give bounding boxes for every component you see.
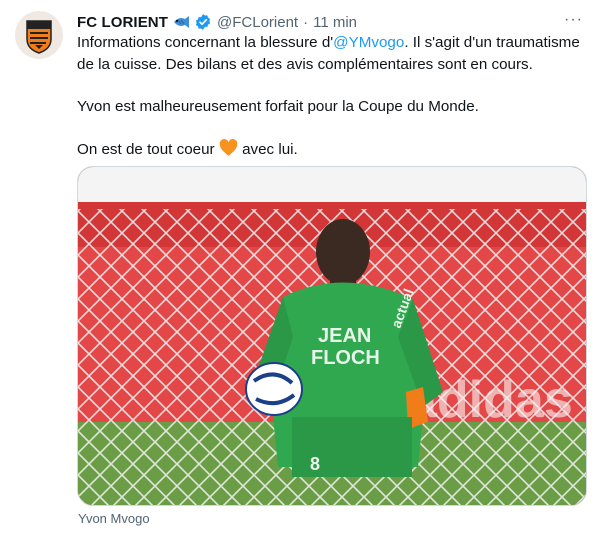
shorts-number: 8 — [310, 454, 320, 474]
display-name[interactable]: FC LORIENT — [77, 14, 168, 31]
tweet-paragraph-3: On est de tout coeur avec lui. — [77, 138, 587, 164]
text-segment: avec lui. — [237, 140, 298, 158]
avatar[interactable] — [15, 11, 63, 59]
tweet-paragraph-2: Yvon est malheureusement forfait pour la… — [77, 98, 479, 115]
more-options-icon[interactable]: ··· — [564, 11, 583, 29]
text-segment: On est de tout coeur — [77, 140, 219, 158]
separator-dot: · — [303, 13, 309, 31]
tweet-media-photo[interactable]: adidas JEAN FLOCH actual 8 — [77, 166, 587, 506]
mention-link[interactable]: @YMvogo — [333, 34, 404, 51]
text-segment: Informations concernant la blessure d' — [77, 34, 334, 51]
tweet-text: Informations concernant la blessure d'@Y… — [77, 32, 587, 163]
tweet-paragraph-1: Informations concernant la blessure d'@Y… — [77, 32, 587, 75]
media-caption: Yvon Mvogo — [78, 511, 150, 526]
fc-lorient-logo-icon — [15, 11, 63, 59]
handle[interactable]: @FCLorient — [217, 14, 298, 31]
orange-heart-icon — [219, 138, 238, 164]
tweet[interactable]: FC LORIENT @FCLorient · 11 min ··· Infor… — [0, 0, 601, 539]
goalkeeper-photo: adidas JEAN FLOCH actual 8 — [78, 167, 586, 505]
jersey-sponsor-line2: FLOCH — [311, 347, 380, 369]
tweet-header: FC LORIENT @FCLorient · 11 min ··· — [77, 11, 591, 33]
timestamp[interactable]: 11 min — [313, 14, 357, 31]
fish-icon — [172, 14, 192, 30]
jersey-sponsor-line1: JEAN — [318, 325, 371, 347]
verified-badge-icon — [194, 13, 212, 31]
